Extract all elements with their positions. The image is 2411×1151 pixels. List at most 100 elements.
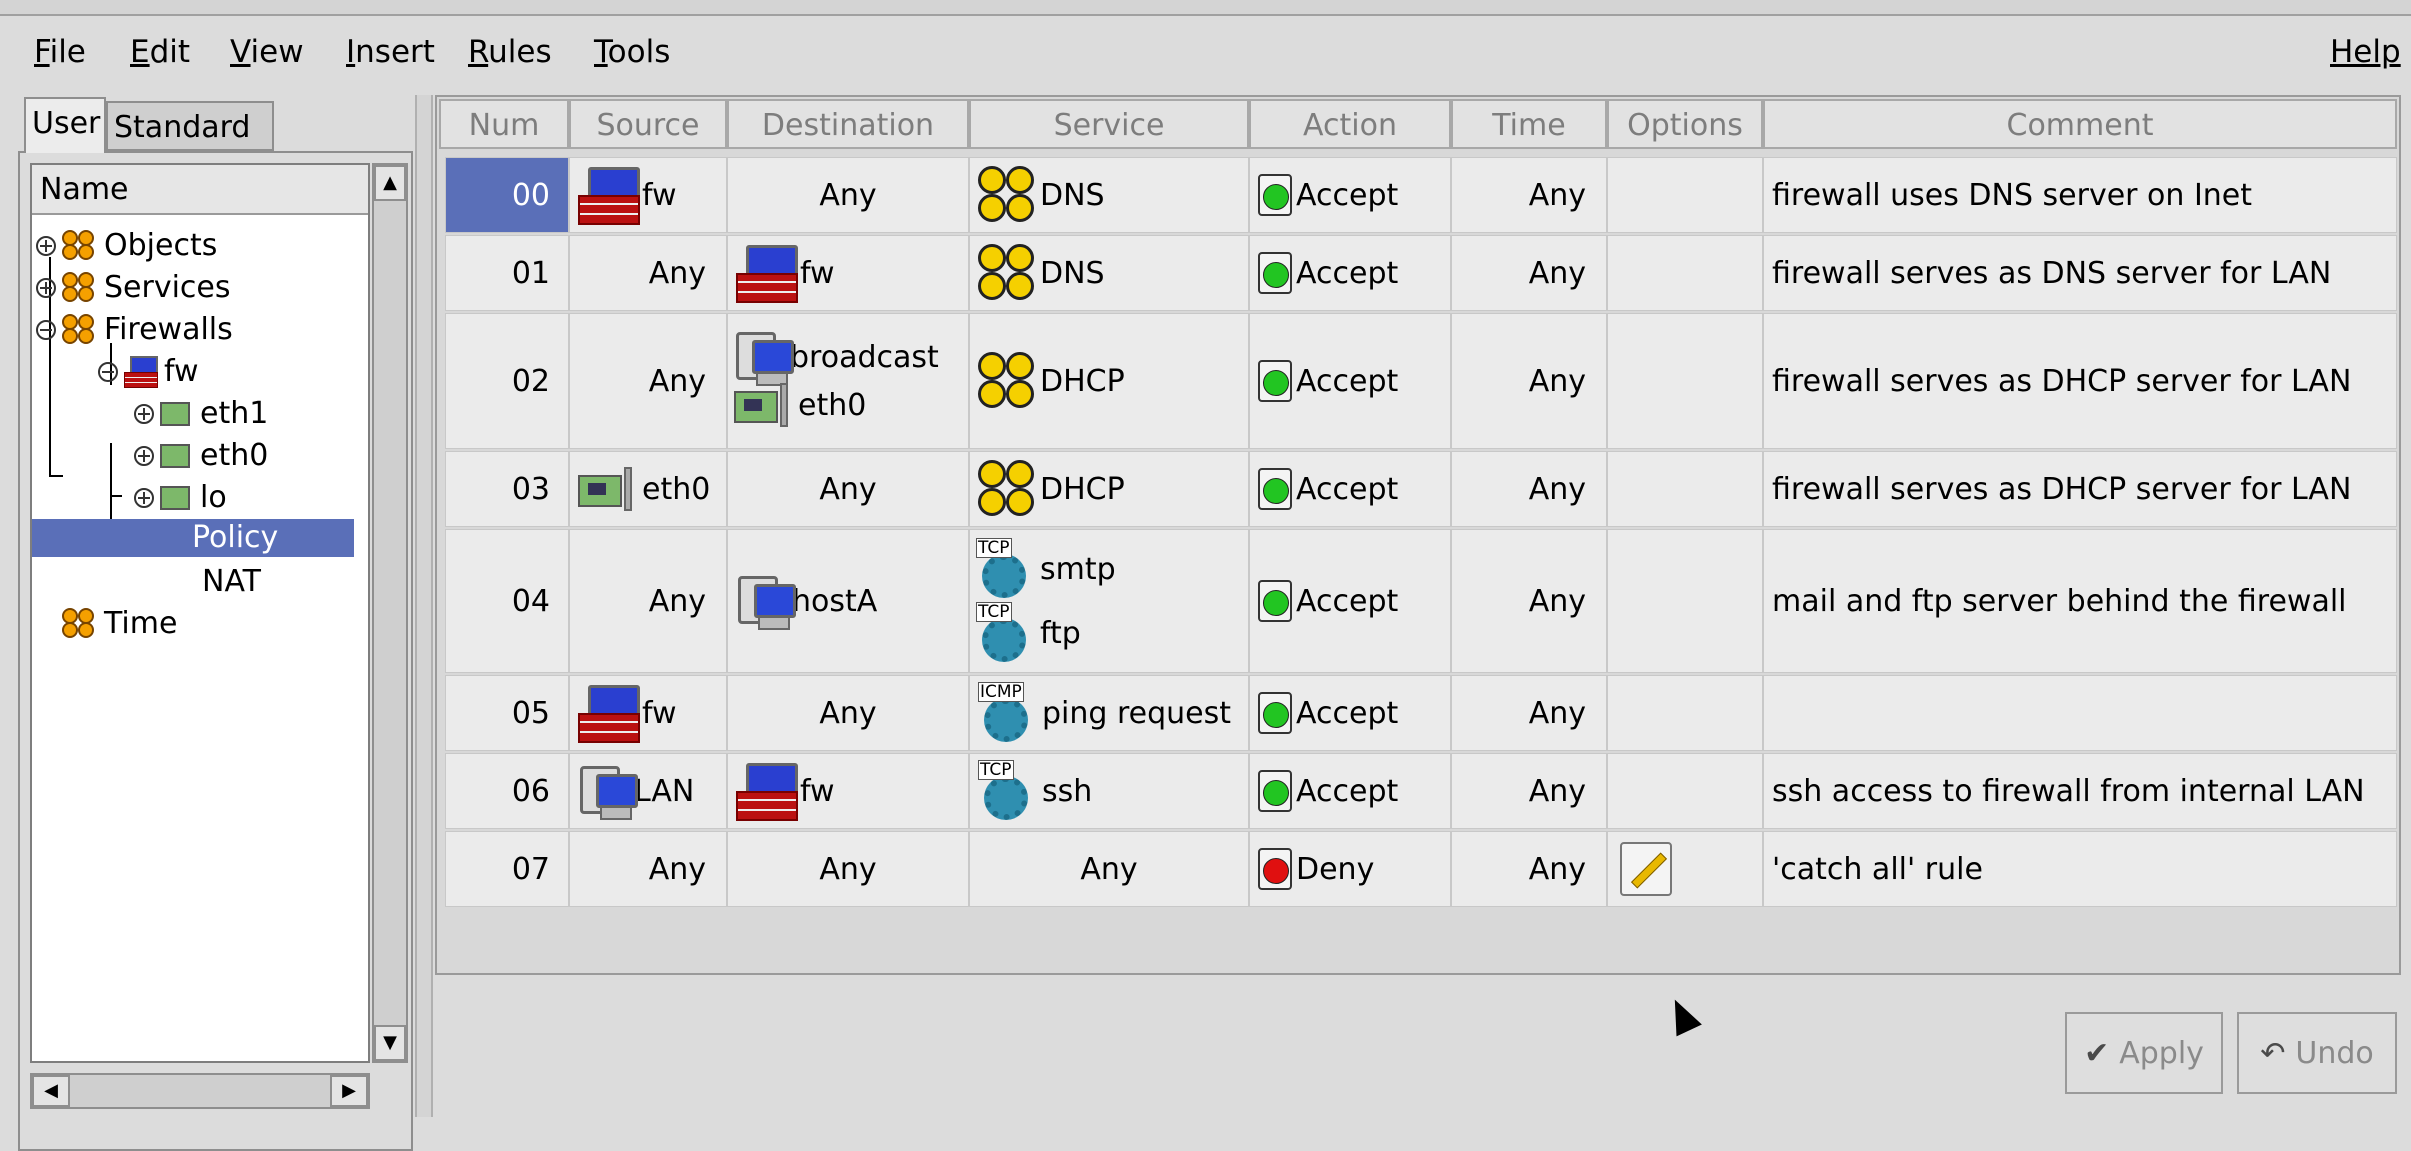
collapse-icon[interactable]	[36, 320, 56, 340]
pencil-icon[interactable]	[1620, 842, 1672, 896]
destination-item[interactable]: eth0	[734, 381, 866, 429]
column-header-num[interactable]: Num	[439, 99, 569, 149]
expand-icon[interactable]	[36, 236, 56, 256]
expand-icon[interactable]	[134, 404, 154, 424]
column-header-comment[interactable]: Comment	[1763, 99, 2397, 149]
column-header-source[interactable]: Source	[569, 99, 727, 149]
service-item[interactable]: TCP ftp	[976, 601, 1081, 665]
rule-num[interactable]: 07	[445, 831, 569, 907]
rule-source[interactable]: eth0	[569, 451, 727, 527]
rule-num[interactable]: 04	[445, 529, 569, 673]
column-header-options[interactable]: Options	[1607, 99, 1763, 149]
tree-node-services[interactable]: Services	[36, 267, 231, 309]
rule-destination[interactable]: broadcast eth0	[727, 313, 969, 449]
tree-horizontal-scrollbar[interactable]: ◀ ▶	[30, 1073, 370, 1109]
rule-source[interactable]: Any	[569, 831, 727, 907]
expand-icon[interactable]	[134, 446, 154, 466]
rule-time[interactable]: Any	[1451, 529, 1607, 673]
rule-comment[interactable]: firewall serves as DNS server for LAN	[1763, 235, 2397, 311]
rule-source[interactable]: LAN	[569, 753, 727, 829]
rule-source[interactable]: fw	[569, 157, 727, 233]
rule-comment[interactable]: firewall uses DNS server on Inet	[1763, 157, 2397, 233]
rule-num[interactable]: 06	[445, 753, 569, 829]
column-header-time[interactable]: Time	[1451, 99, 1607, 149]
rule-service[interactable]: DHCP	[969, 313, 1249, 449]
rule-time[interactable]: Any	[1451, 831, 1607, 907]
scroll-left-button[interactable]: ◀	[32, 1075, 70, 1107]
rule-time[interactable]: Any	[1451, 313, 1607, 449]
undo-button[interactable]: ↶ Undo	[2237, 1012, 2397, 1094]
rule-options[interactable]	[1607, 157, 1763, 233]
rule-action[interactable]: Accept	[1249, 235, 1451, 311]
menu-help[interactable]: Help	[2330, 32, 2401, 72]
menu-view[interactable]: View	[230, 32, 304, 72]
tree-node-firewalls[interactable]: Firewalls	[36, 309, 233, 351]
rule-destination[interactable]: Any	[727, 451, 969, 527]
panel-splitter[interactable]	[415, 95, 433, 1117]
scroll-right-button[interactable]: ▶	[330, 1075, 368, 1107]
apply-button[interactable]: ✔ Apply	[2065, 1012, 2223, 1094]
tree-node-objects[interactable]: Objects	[36, 225, 217, 267]
rule-destination[interactable]: fw	[727, 235, 969, 311]
tab-standard[interactable]: Standard	[106, 101, 274, 151]
rule-service[interactable]: DNS	[969, 235, 1249, 311]
rule-service[interactable]: DHCP	[969, 451, 1249, 527]
tab-user[interactable]: User	[24, 97, 106, 153]
rule-service[interactable]: Any	[969, 831, 1249, 907]
menu-insert[interactable]: Insert	[346, 32, 435, 72]
rule-source[interactable]: Any	[569, 529, 727, 673]
rule-action[interactable]: Accept	[1249, 451, 1451, 527]
rule-source[interactable]: fw	[569, 675, 727, 751]
rule-num[interactable]: 03	[445, 451, 569, 527]
tree-column-header[interactable]: Name	[32, 165, 368, 215]
destination-item[interactable]: broadcast	[734, 332, 939, 386]
tree-node-fw[interactable]: fw	[98, 351, 199, 393]
column-header-destination[interactable]: Destination	[727, 99, 969, 149]
scroll-down-button[interactable]: ▼	[374, 1025, 406, 1061]
tree-vertical-scrollbar[interactable]: ▲ ▼	[372, 163, 408, 1063]
rule-time[interactable]: Any	[1451, 675, 1607, 751]
rule-time[interactable]: Any	[1451, 235, 1607, 311]
rule-action[interactable]: Accept	[1249, 529, 1451, 673]
service-item[interactable]: TCP smtp	[976, 537, 1116, 601]
rule-destination[interactable]: hostA	[727, 529, 969, 673]
rule-options[interactable]	[1607, 675, 1763, 751]
rule-time[interactable]: Any	[1451, 451, 1607, 527]
rule-action[interactable]: Accept	[1249, 675, 1451, 751]
rule-options[interactable]	[1607, 529, 1763, 673]
rule-num[interactable]: 01	[445, 235, 569, 311]
rule-service[interactable]: ICMP ping request	[969, 675, 1249, 751]
rule-comment[interactable]: ssh access to firewall from internal LAN	[1763, 753, 2397, 829]
rule-options[interactable]	[1607, 831, 1763, 907]
rule-service[interactable]: DNS	[969, 157, 1249, 233]
column-header-action[interactable]: Action	[1249, 99, 1451, 149]
rule-time[interactable]: Any	[1451, 157, 1607, 233]
rule-source[interactable]: Any	[569, 235, 727, 311]
tree-node-lo[interactable]: lo	[134, 477, 227, 519]
menu-rules[interactable]: Rules	[468, 32, 552, 72]
rule-destination[interactable]: Any	[727, 831, 969, 907]
tree-node-time[interactable]: Time	[62, 603, 177, 645]
rule-source[interactable]: Any	[569, 313, 727, 449]
rule-action[interactable]: Deny	[1249, 831, 1451, 907]
tree-node-policy[interactable]: Policy	[32, 519, 354, 557]
tree-node-eth1[interactable]: eth1	[134, 393, 268, 435]
menu-file[interactable]: File	[34, 32, 86, 72]
rule-options[interactable]	[1607, 313, 1763, 449]
menu-edit[interactable]: Edit	[130, 32, 190, 72]
column-header-service[interactable]: Service	[969, 99, 1249, 149]
rule-comment[interactable]: 'catch all' rule	[1763, 831, 2397, 907]
tree-node-nat[interactable]: NAT	[202, 561, 261, 603]
rule-comment[interactable]	[1763, 675, 2397, 751]
collapse-icon[interactable]	[98, 362, 118, 382]
rule-options[interactable]	[1607, 235, 1763, 311]
rule-comment[interactable]: firewall serves as DHCP server for LAN	[1763, 451, 2397, 527]
menu-tools[interactable]: Tools	[594, 32, 670, 72]
rule-destination[interactable]: Any	[727, 157, 969, 233]
scroll-up-button[interactable]: ▲	[374, 165, 406, 201]
tree-node-eth0[interactable]: eth0	[134, 435, 268, 477]
rule-action[interactable]: Accept	[1249, 313, 1451, 449]
rule-options[interactable]	[1607, 753, 1763, 829]
rule-time[interactable]: Any	[1451, 753, 1607, 829]
rule-comment[interactable]: firewall serves as DHCP server for LAN	[1763, 313, 2397, 449]
